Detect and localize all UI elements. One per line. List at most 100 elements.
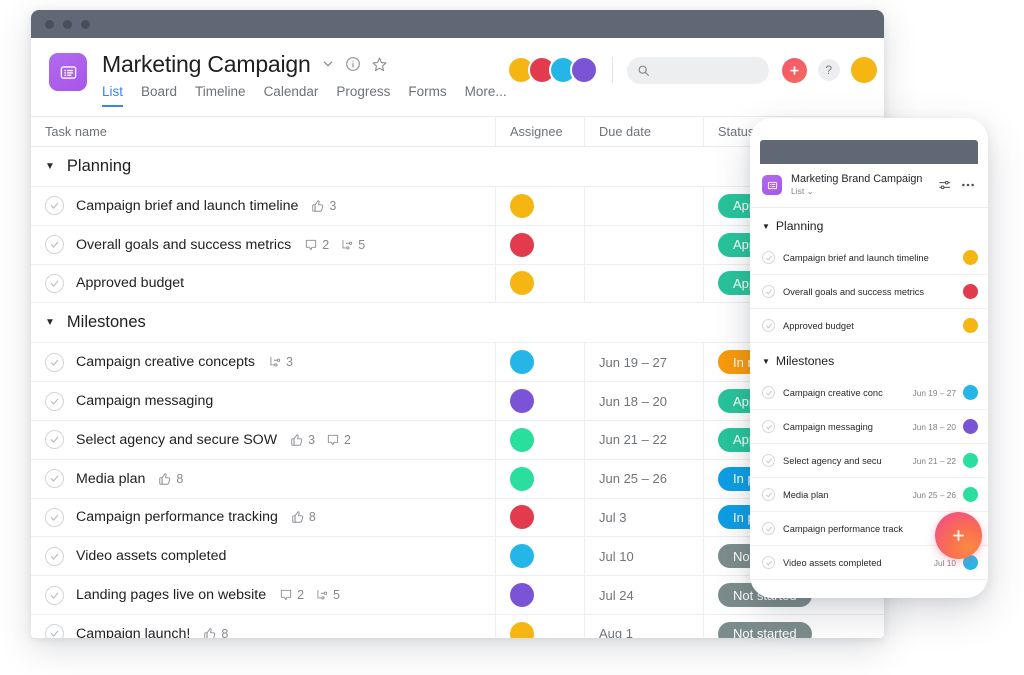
comment-count-group: 2 (326, 433, 351, 447)
mobile-section-header-planning[interactable]: ▼ Planning (750, 208, 988, 241)
comment-icon (326, 433, 340, 447)
due-date: Jul 24 (599, 588, 634, 603)
assignee-avatar[interactable] (510, 505, 534, 529)
assignee-avatar[interactable] (510, 583, 534, 607)
assignee-avatar[interactable] (963, 318, 978, 333)
comment-count: 2 (344, 433, 351, 447)
mobile-view-selector[interactable]: List ⌄ (791, 186, 930, 197)
tab-forms[interactable]: Forms (408, 84, 446, 107)
caret-down-icon: ▼ (762, 357, 770, 366)
complete-task-icon[interactable] (762, 522, 775, 535)
assignee-avatar[interactable] (510, 194, 534, 218)
task-name: Select agency and secure SOW (76, 432, 277, 448)
task-meta: 8 (291, 510, 323, 524)
mobile-list-item[interactable]: Campaign messaging Jun 18 – 20 (750, 410, 988, 444)
list-project-icon (49, 53, 87, 91)
tab-calendar[interactable]: Calendar (264, 84, 319, 107)
tab-timeline[interactable]: Timeline (195, 84, 246, 107)
mobile-list-item[interactable]: Campaign creative conc Jun 19 – 27 (750, 376, 988, 410)
search-box[interactable] (627, 57, 769, 84)
task-name: Approved budget (76, 275, 184, 291)
complete-task-icon[interactable] (45, 274, 64, 293)
complete-task-icon[interactable] (762, 556, 775, 569)
complete-task-icon[interactable] (45, 196, 64, 215)
header-actions: ? (507, 56, 877, 84)
complete-task-icon[interactable] (762, 251, 775, 264)
tab-more[interactable]: More... (465, 84, 507, 107)
assignee-avatar[interactable] (963, 284, 978, 299)
mobile-add-task-fab[interactable] (935, 512, 982, 559)
complete-task-icon[interactable] (45, 586, 64, 605)
complete-task-icon[interactable] (762, 454, 775, 467)
more-horizontal-icon[interactable] (960, 177, 976, 193)
complete-task-icon[interactable] (762, 386, 775, 399)
assignee-avatar[interactable] (510, 271, 534, 295)
complete-task-icon[interactable] (45, 469, 64, 488)
assignee-avatar[interactable] (963, 385, 978, 400)
complete-task-icon[interactable] (45, 235, 64, 254)
mobile-list-item[interactable]: Overall goals and success metrics (750, 275, 988, 309)
assignee-avatar[interactable] (510, 544, 534, 568)
assignee-avatar[interactable] (963, 453, 978, 468)
search-input[interactable] (657, 63, 759, 77)
complete-task-icon[interactable] (762, 285, 775, 298)
tab-board[interactable]: Board (141, 84, 177, 107)
tab-list[interactable]: List (102, 84, 123, 107)
help-button[interactable]: ? (818, 59, 840, 81)
assignee-avatar[interactable] (510, 389, 534, 413)
mobile-preview-panel: Marketing Brand Campaign List ⌄ ▼ Planni… (750, 118, 988, 598)
mobile-due-date: Jun 19 – 27 (913, 388, 956, 398)
assignee-avatar[interactable] (510, 428, 534, 452)
mobile-section-title: Milestones (776, 354, 834, 368)
complete-task-icon[interactable] (45, 547, 64, 566)
add-button[interactable] (782, 58, 807, 83)
complete-task-icon[interactable] (762, 420, 775, 433)
assignee-avatar[interactable] (510, 467, 534, 491)
thumbs-up-icon (203, 627, 217, 638)
assignee-avatar[interactable] (510, 233, 534, 257)
window-minimize-dot[interactable] (63, 20, 72, 29)
complete-task-icon[interactable] (762, 319, 775, 332)
tab-progress[interactable]: Progress (336, 84, 390, 107)
task-name: Overall goals and success metrics (76, 237, 291, 253)
caret-down-icon[interactable]: ▼ (45, 317, 55, 328)
sliders-icon[interactable] (938, 178, 952, 192)
status-badge[interactable]: Not started (718, 622, 812, 638)
assignee-avatar[interactable] (510, 622, 534, 638)
mobile-list-item[interactable]: Campaign brief and launch timeline (750, 241, 988, 275)
complete-task-icon[interactable] (762, 488, 775, 501)
mobile-section-header-milestones[interactable]: ▼ Milestones (750, 343, 988, 376)
mobile-list-item[interactable]: Select agency and secu Jun 21 – 22 (750, 444, 988, 478)
mobile-due-date: Jun 18 – 20 (913, 422, 956, 432)
task-name: Campaign launch! (76, 626, 190, 638)
mobile-project-title: Marketing Brand Campaign (791, 173, 930, 185)
list-project-icon (762, 175, 782, 195)
complete-task-icon[interactable] (45, 624, 64, 638)
comment-icon (279, 588, 293, 602)
caret-down-icon[interactable]: ▼ (45, 161, 55, 172)
info-circle-icon[interactable] (345, 56, 361, 72)
thumbs-up-icon (291, 510, 305, 524)
mobile-list-item[interactable]: Approved budget (750, 309, 988, 343)
like-count-group: 3 (290, 433, 315, 447)
current-user-avatar[interactable] (851, 57, 877, 83)
complete-task-icon[interactable] (45, 392, 64, 411)
star-icon[interactable] (371, 56, 388, 73)
chevron-down-icon[interactable] (321, 57, 335, 71)
assignee-avatar[interactable] (963, 419, 978, 434)
due-date: Jun 21 – 22 (599, 432, 667, 447)
table-row[interactable]: Campaign launch! 8 Aug 1 Not started (31, 615, 884, 638)
member-avatar-stack[interactable] (507, 56, 598, 84)
screenshot-root: Marketing Campaign List Board (0, 0, 1024, 675)
complete-task-icon[interactable] (45, 508, 64, 527)
assignee-avatar[interactable] (963, 250, 978, 265)
mobile-list-item[interactable]: Media plan Jun 25 – 26 (750, 478, 988, 512)
complete-task-icon[interactable] (45, 430, 64, 449)
like-count-group: 3 (311, 199, 336, 213)
window-maximize-dot[interactable] (81, 20, 90, 29)
window-close-dot[interactable] (45, 20, 54, 29)
assignee-avatar[interactable] (963, 487, 978, 502)
assignee-avatar[interactable] (510, 350, 534, 374)
complete-task-icon[interactable] (45, 353, 64, 372)
member-avatar-4[interactable] (570, 56, 598, 84)
